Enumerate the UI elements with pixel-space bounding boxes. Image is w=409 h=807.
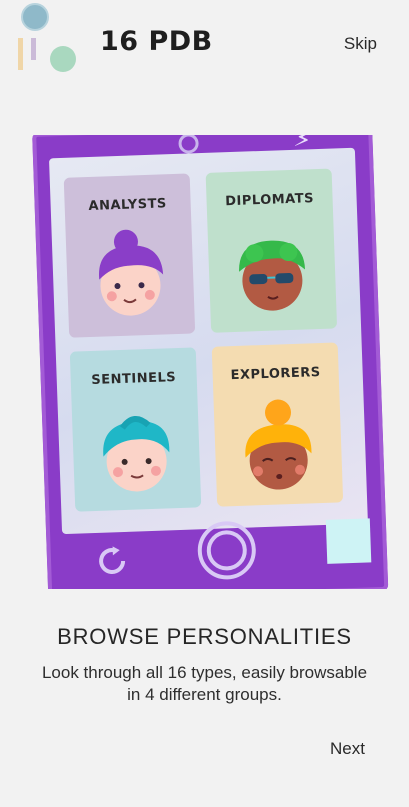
square-button-icon bbox=[325, 518, 372, 564]
card-label-diplomats: DIPLOMATS bbox=[224, 191, 315, 210]
analyst-face-icon bbox=[99, 229, 164, 316]
card-label-explorers: EXPLORERS bbox=[230, 365, 321, 384]
card-analysts: ANALYSTS bbox=[63, 173, 196, 338]
app-logo bbox=[18, 3, 76, 72]
phone-illustration: ⚡ ANALYSTS DIPLOMATS SENTINELS EXPLORERS bbox=[0, 135, 409, 589]
card-sentinels: SENTINELS bbox=[69, 347, 202, 512]
card-diplomats: DIPLOMATS bbox=[205, 168, 338, 333]
refresh-icon bbox=[99, 546, 126, 574]
onboarding-description: Look through all 16 types, easily browsa… bbox=[41, 663, 368, 704]
app-title: 16 PDB bbox=[100, 26, 213, 57]
next-button[interactable]: Next bbox=[330, 739, 365, 759]
sentinel-face-icon bbox=[103, 416, 170, 492]
phone-screen: ANALYSTS DIPLOMATS SENTINELS EXPLORERS bbox=[49, 147, 368, 535]
card-explorers: EXPLORERS bbox=[211, 342, 344, 507]
home-button-icon bbox=[197, 521, 256, 580]
camera-icon bbox=[178, 135, 199, 154]
diplomat-face-icon bbox=[239, 240, 306, 311]
skip-button[interactable]: Skip bbox=[344, 34, 377, 54]
explorer-face-icon bbox=[245, 399, 312, 490]
card-label-sentinels: SENTINELS bbox=[91, 370, 177, 389]
phone-frame: ⚡ ANALYSTS DIPLOMATS SENTINELS EXPLORERS bbox=[32, 135, 389, 589]
onboarding-title: BROWSE PERSONALITIES bbox=[57, 624, 352, 649]
card-label-analysts: ANALYSTS bbox=[88, 196, 168, 215]
